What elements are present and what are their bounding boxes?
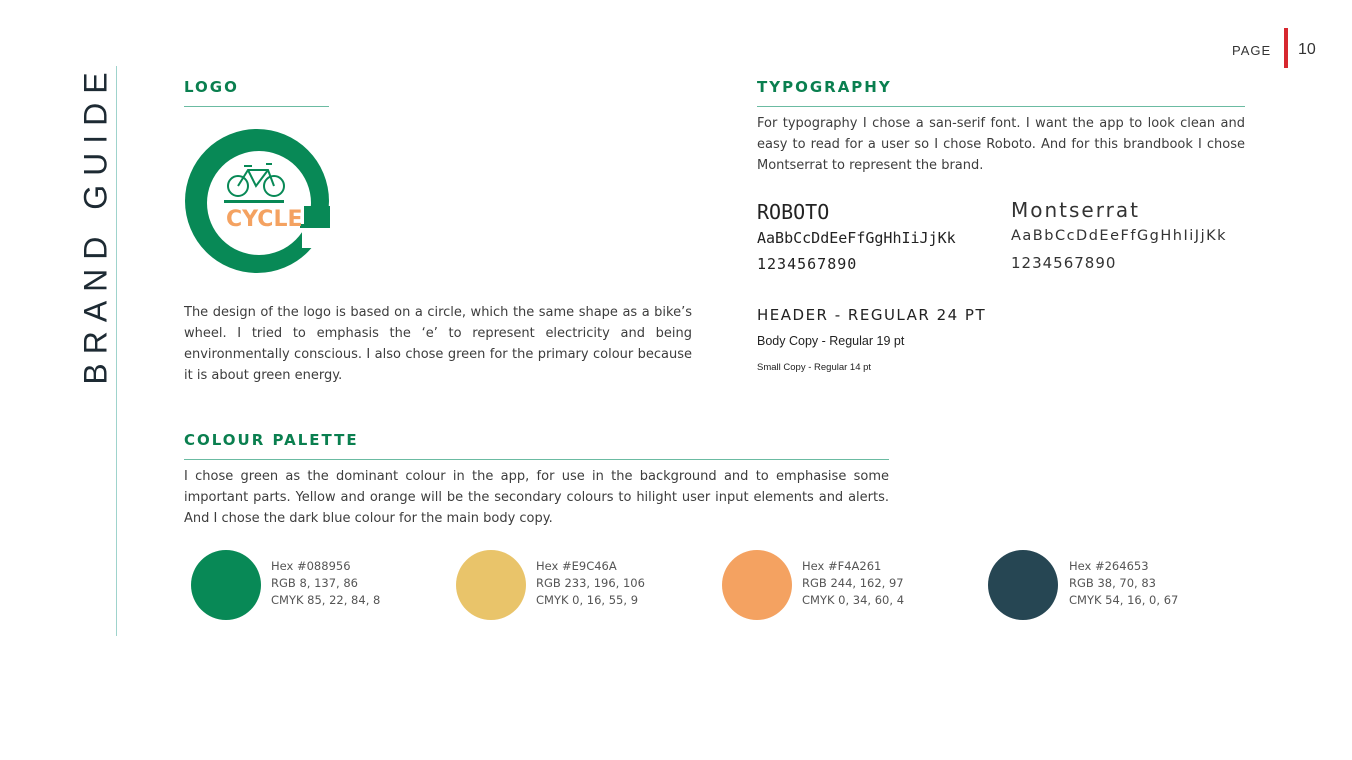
side-title-text: BRAND GUIDE (77, 63, 114, 385)
font-2-name: Montserrat (1011, 198, 1140, 222)
page-label: PAGE (1232, 43, 1272, 58)
swatch-cmyk: CMYK 54, 16, 0, 67 (1069, 593, 1179, 607)
swatch-hex: Hex #F4A261 (802, 559, 882, 573)
swatch-green-info: Hex #088956 RGB 8, 137, 86 CMYK 85, 22, … (271, 558, 380, 609)
page-accent-bar (1284, 28, 1288, 68)
font-1-alphabet: AaBbCcDdEeFfGgHhIiJjKk (757, 229, 956, 247)
swatch-rgb: RGB 233, 196, 106 (536, 576, 645, 590)
swatch-hex: Hex #E9C46A (536, 559, 617, 573)
header-sample: HEADER - REGULAR 24 PT (757, 306, 987, 324)
logo-heading-rule (184, 106, 329, 107)
swatch-yellow (456, 550, 526, 620)
logo-heading: LOGO (184, 78, 239, 96)
font-2-digits: 1234567890 (1011, 254, 1117, 272)
font-2-alphabet: AaBbCcDdEeFfGgHhIiJjKk (1011, 228, 1227, 244)
body-sample: Body Copy - Regular 19 pt (757, 334, 905, 348)
swatch-green (191, 550, 261, 620)
swatch-cmyk: CMYK 85, 22, 84, 8 (271, 593, 381, 607)
swatch-yellow-info: Hex #E9C46A RGB 233, 196, 106 CMYK 0, 16… (536, 558, 645, 609)
page-number: 10 (1298, 41, 1316, 58)
typography-description: For typography I chose a san-serif font.… (757, 116, 1245, 173)
palette-description: I chose green as the dominant colour in … (184, 469, 889, 526)
swatch-hex: Hex #264653 (1069, 559, 1149, 573)
swatch-orange-info: Hex #F4A261 RGB 244, 162, 97 CMYK 0, 34,… (802, 558, 904, 609)
swatch-orange (722, 550, 792, 620)
swatch-cmyk: CMYK 0, 16, 55, 9 (536, 593, 639, 607)
swatch-dark-blue-info: Hex #264653 RGB 38, 70, 83 CMYK 54, 16, … (1069, 558, 1178, 609)
side-divider (116, 66, 117, 636)
swatch-rgb: RGB 38, 70, 83 (1069, 576, 1156, 590)
swatch-hex: Hex #088956 (271, 559, 351, 573)
logo-description: The design of the logo is based on a cir… (184, 305, 692, 383)
cycle-logo-graphic: CYCLE (185, 129, 332, 273)
palette-heading: COLOUR PALETTE (184, 431, 359, 449)
typography-heading: TYPOGRAPHY (757, 78, 892, 96)
palette-heading-rule (184, 459, 889, 460)
swatch-cmyk: CMYK 0, 34, 60, 4 (802, 593, 905, 607)
font-1-digits: 1234567890 (757, 255, 858, 273)
side-title: BRAND GUIDE (77, 63, 114, 385)
typography-heading-rule (757, 106, 1245, 107)
swatch-dark-blue (988, 550, 1058, 620)
cycle-logo: CYCLE (184, 128, 332, 274)
small-sample: Small Copy - Regular 14 pt (757, 362, 872, 373)
font-1-name: ROBOTO (757, 200, 830, 224)
svg-text:CYCLE: CYCLE (226, 207, 302, 232)
swatch-rgb: RGB 8, 137, 86 (271, 576, 358, 590)
swatch-rgb: RGB 244, 162, 97 (802, 576, 904, 590)
